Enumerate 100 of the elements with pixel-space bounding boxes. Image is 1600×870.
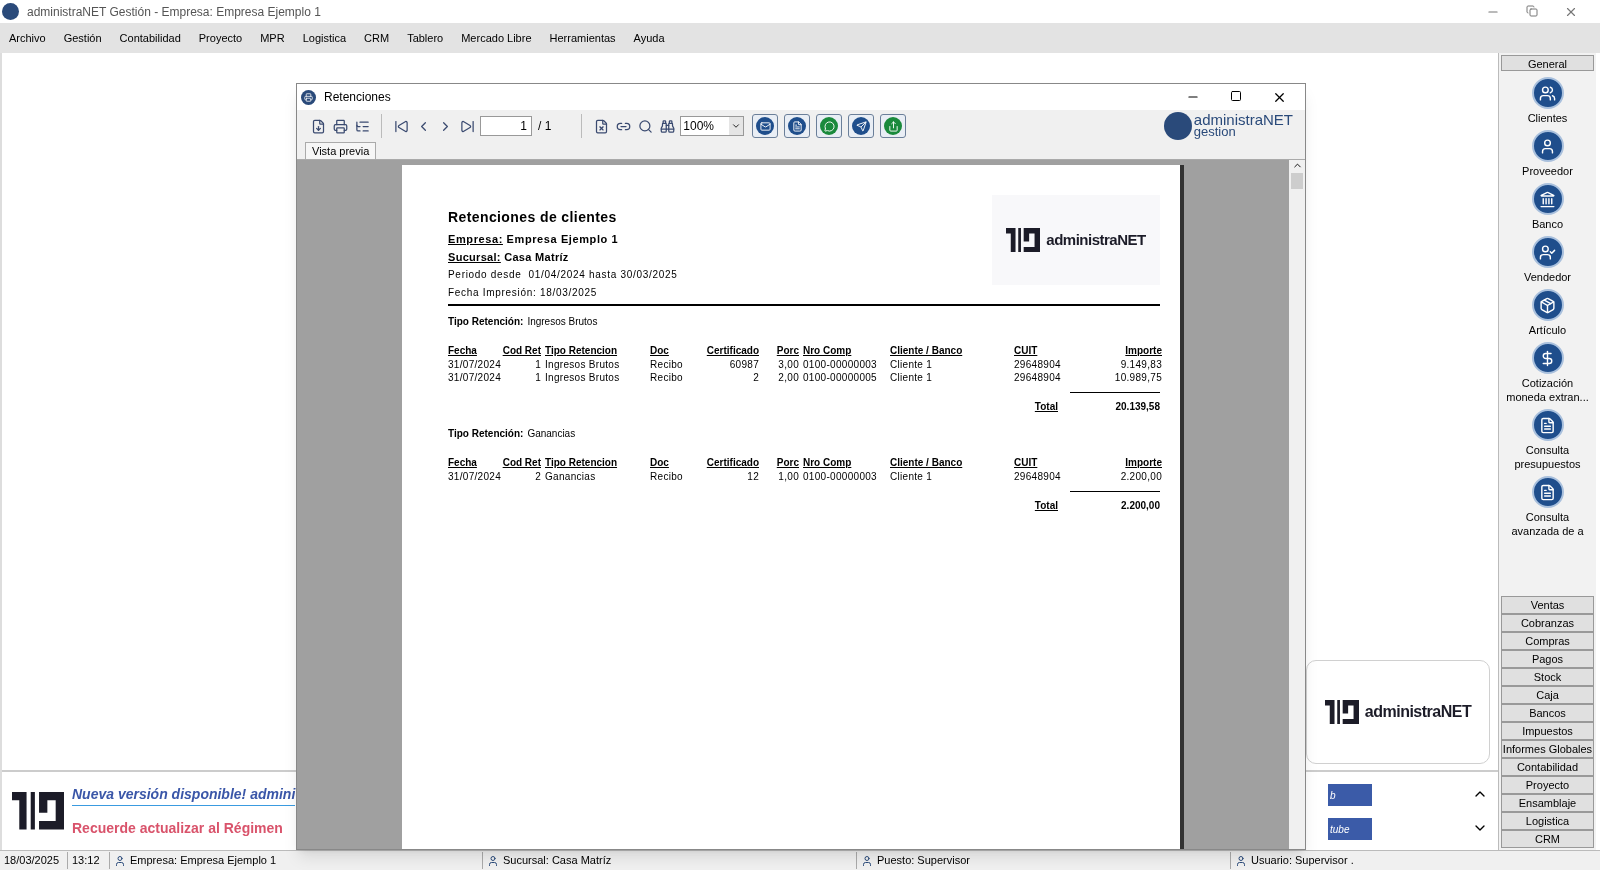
supplier-icon — [1531, 130, 1564, 162]
scrollbar-thumb[interactable] — [1291, 173, 1303, 189]
table-cell: 9.149,83 — [1120, 359, 1162, 370]
sidebar-group[interactable]: Ensamblaje — [1501, 794, 1594, 812]
menu-item[interactable]: Contabilidad — [118, 29, 182, 47]
column-header: Cod Ret — [502, 345, 541, 356]
print-date: Fecha Impresión: 18/03/2025 — [448, 286, 598, 300]
menu-item[interactable]: Ayuda — [632, 29, 666, 47]
pdf-icon — [788, 117, 807, 135]
column-header: CUIT — [1014, 345, 1038, 356]
maximize-icon[interactable] — [1230, 89, 1242, 102]
sidebar-group[interactable]: Contabilidad — [1501, 758, 1594, 776]
seller-icon — [1531, 236, 1564, 268]
close-preview-icon — [593, 118, 609, 134]
menu-item[interactable]: MPR — [259, 29, 286, 47]
column-header: Porc — [776, 345, 799, 356]
sidebar-group[interactable]: CRM — [1501, 830, 1594, 848]
table-cell: Ingresos Brutos — [545, 359, 620, 370]
section-value: Ganancias — [527, 427, 576, 441]
menu-item[interactable]: Mercado Libre — [460, 29, 533, 47]
last-page-icon — [459, 118, 475, 134]
sidebar-group[interactable]: Cobranzas — [1501, 614, 1594, 632]
table-cell: 0100-00000003 — [803, 359, 877, 370]
whatsapp-icon — [820, 117, 839, 135]
sidebar-group[interactable]: Impuestos — [1501, 722, 1594, 740]
export-icon — [310, 118, 326, 134]
table-cell: 2 — [535, 471, 541, 482]
table-cell: 0100-00000005 — [803, 372, 877, 383]
table-cell: Recibo — [650, 359, 683, 370]
box-icon — [1531, 289, 1564, 321]
restore-icon[interactable] — [1526, 4, 1538, 17]
page-input[interactable]: 1 — [480, 116, 532, 136]
period-text: Periodo desde 01/04/2024 hasta 30/03/2025 — [448, 268, 678, 282]
sidebar-item[interactable]: Vendedor — [1521, 270, 1574, 284]
column-header: Doc — [650, 457, 669, 468]
status-company: Empresa: Empresa Ejemplo 1 — [130, 853, 277, 869]
doc-icon — [1531, 476, 1564, 508]
sidebar-group[interactable]: Caja — [1501, 686, 1594, 704]
sidebar-group[interactable]: Bancos — [1501, 704, 1594, 722]
sidebar-item[interactable]: Banco — [1529, 217, 1566, 231]
first-page-icon — [393, 118, 409, 134]
table-cell: 2 — [753, 372, 759, 383]
sidebar-header[interactable]: General — [1501, 55, 1594, 71]
sidebar-group[interactable]: Pagos — [1501, 650, 1594, 668]
link-button[interactable]: b — [1328, 784, 1372, 806]
menu-item[interactable]: Logistica — [301, 29, 348, 47]
zoom-select[interactable]: 100% — [680, 116, 745, 136]
total-label: Total — [1034, 400, 1058, 414]
table-cell: 10.989,75 — [1114, 372, 1162, 383]
email-button[interactable] — [752, 114, 779, 138]
sidebar-item[interactable]: Artículo — [1526, 323, 1569, 337]
menu-item[interactable]: Tablero — [406, 29, 445, 47]
sidebar-item[interactable]: Consulta avanzada de a — [1501, 510, 1594, 538]
menu-item[interactable]: Proyecto — [197, 29, 244, 47]
column-header: Doc — [650, 345, 669, 356]
sidebar-group[interactable]: Ventas — [1501, 596, 1594, 614]
print-icon — [332, 118, 348, 134]
menu-item[interactable]: CRM — [363, 29, 391, 47]
doc-icon — [1531, 409, 1564, 441]
sidebar-item[interactable]: Consulta presupuestos — [1501, 443, 1594, 471]
sidebar-group[interactable]: Logistica — [1501, 812, 1594, 830]
email-icon — [756, 117, 775, 135]
preview-tab[interactable]: Vista previa — [305, 142, 377, 159]
whatsapp-button[interactable] — [816, 114, 843, 138]
sidebar-group[interactable]: Informes Globales — [1501, 740, 1594, 758]
user-icon — [487, 854, 499, 867]
menu-item[interactable]: Archivo — [8, 29, 47, 47]
menu-item[interactable]: Gestión — [62, 29, 103, 47]
table-cell: Recibo — [650, 372, 683, 383]
section-value: Ingresos Brutos — [527, 315, 598, 329]
pdf-button[interactable] — [784, 114, 811, 138]
column-header: CUIT — [1014, 457, 1038, 468]
table-cell: 29648904 — [1014, 471, 1061, 482]
table-cell: 60987 — [729, 359, 759, 370]
table-cell: 2,00 — [778, 372, 799, 383]
menu-item[interactable]: Herramientas — [548, 29, 617, 47]
column-header: Nro Comp — [803, 345, 852, 356]
status-user: Usuario: Supervisor . — [1251, 853, 1354, 869]
vertical-scrollbar[interactable] — [1289, 160, 1305, 849]
banner-logo-icon — [12, 792, 64, 830]
table-cell: Ganancias — [545, 471, 596, 482]
sidebar-group[interactable]: Compras — [1501, 632, 1594, 650]
section-label: Tipo Retención: — [448, 427, 524, 441]
link-button[interactable]: tube — [1328, 818, 1372, 840]
sidebar-item[interactable]: Proveedor — [1520, 164, 1575, 178]
sidebar-item[interactable]: Cotización moneda extran... — [1501, 376, 1594, 404]
sidebar-group[interactable]: Proyecto — [1501, 776, 1594, 794]
table-cell: 29648904 — [1014, 359, 1061, 370]
search-icon — [637, 118, 653, 134]
update-headline: Nueva versión disponible! admini — [72, 783, 296, 806]
table-cell: 0100-00000003 — [803, 471, 877, 482]
total-value: 20.139,58 — [1070, 392, 1160, 414]
table-cell: 2.200,00 — [1120, 471, 1162, 482]
user-icon — [1235, 854, 1247, 867]
table-cell: Cliente 1 — [890, 359, 933, 370]
sidebar-group[interactable]: Stock — [1501, 668, 1594, 686]
column-header: Cod Ret — [502, 457, 541, 468]
sidebar-item[interactable]: Clientes — [1525, 111, 1570, 125]
table-cell: 31/07/2024 — [448, 471, 502, 482]
logo-icon — [1324, 699, 1359, 725]
